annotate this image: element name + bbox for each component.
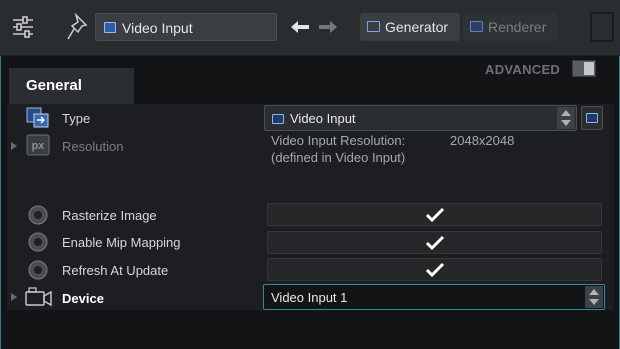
node-name-text: Video Input (122, 20, 193, 36)
mipmapping-radio-icon[interactable] (27, 231, 51, 253)
node-name-field[interactable]: Video Input (95, 13, 277, 41)
type-label: Type (62, 111, 91, 126)
camera-icon (24, 286, 54, 308)
mipmapping-checkbox[interactable] (267, 231, 602, 254)
resolution-info-note: (defined in Video Input) (271, 150, 406, 165)
tab-generator[interactable]: Generator (360, 13, 460, 41)
renderer-icon (470, 21, 483, 32)
rasterize-label: Rasterize Image (62, 208, 157, 223)
video-input-icon (272, 114, 284, 124)
tab-generator-label: Generator (385, 19, 449, 35)
svg-text:px: px (32, 140, 46, 152)
generator-icon (367, 21, 380, 32)
device-label: Device (62, 291, 104, 306)
settings-sliders-icon[interactable] (10, 14, 36, 40)
refresh-checkbox[interactable] (267, 258, 602, 281)
refresh-label: Refresh At Update (62, 263, 169, 278)
tab-general[interactable]: General (9, 68, 134, 104)
tab-renderer[interactable]: Renderer (463, 13, 557, 41)
select-arrows-icon[interactable] (585, 286, 603, 308)
select-arrows-icon[interactable] (557, 107, 575, 129)
advanced-label: ADVANCED (485, 62, 561, 77)
check-icon (425, 262, 445, 278)
rasterize-checkbox[interactable] (267, 203, 602, 226)
panel-layout-icon[interactable] (590, 12, 614, 42)
resolution-info-value: 2048x2048 (450, 133, 515, 148)
type-link-button[interactable] (581, 106, 603, 130)
device-select[interactable]: Video Input 1 (263, 284, 605, 310)
check-icon (425, 235, 445, 251)
tab-renderer-label: Renderer (488, 19, 547, 35)
advanced-toggle[interactable] (572, 60, 596, 77)
refresh-radio-icon[interactable] (27, 259, 51, 281)
resolution-label: Resolution (62, 139, 124, 154)
px-icon: px (26, 134, 50, 156)
toolbar: Video Input Generator Renderer (0, 0, 620, 56)
check-icon (425, 207, 445, 223)
type-select-value: Video Input (290, 111, 356, 126)
resolution-info-label: Video Input Resolution: (271, 133, 406, 148)
type-icon (26, 107, 50, 129)
forward-arrow-icon[interactable] (318, 19, 338, 35)
mipmapping-label: Enable Mip Mapping (62, 235, 181, 250)
video-input-icon (586, 113, 598, 123)
resolution-expand-icon[interactable] (11, 142, 17, 150)
pin-icon[interactable] (66, 12, 92, 42)
device-expand-icon[interactable] (11, 293, 17, 301)
video-input-icon (104, 22, 116, 33)
type-select[interactable]: Video Input (264, 105, 577, 131)
device-select-value: Video Input 1 (271, 290, 348, 305)
rasterize-radio-icon[interactable] (27, 204, 51, 226)
tab-general-label: General (26, 77, 82, 94)
back-arrow-icon[interactable] (290, 19, 310, 35)
